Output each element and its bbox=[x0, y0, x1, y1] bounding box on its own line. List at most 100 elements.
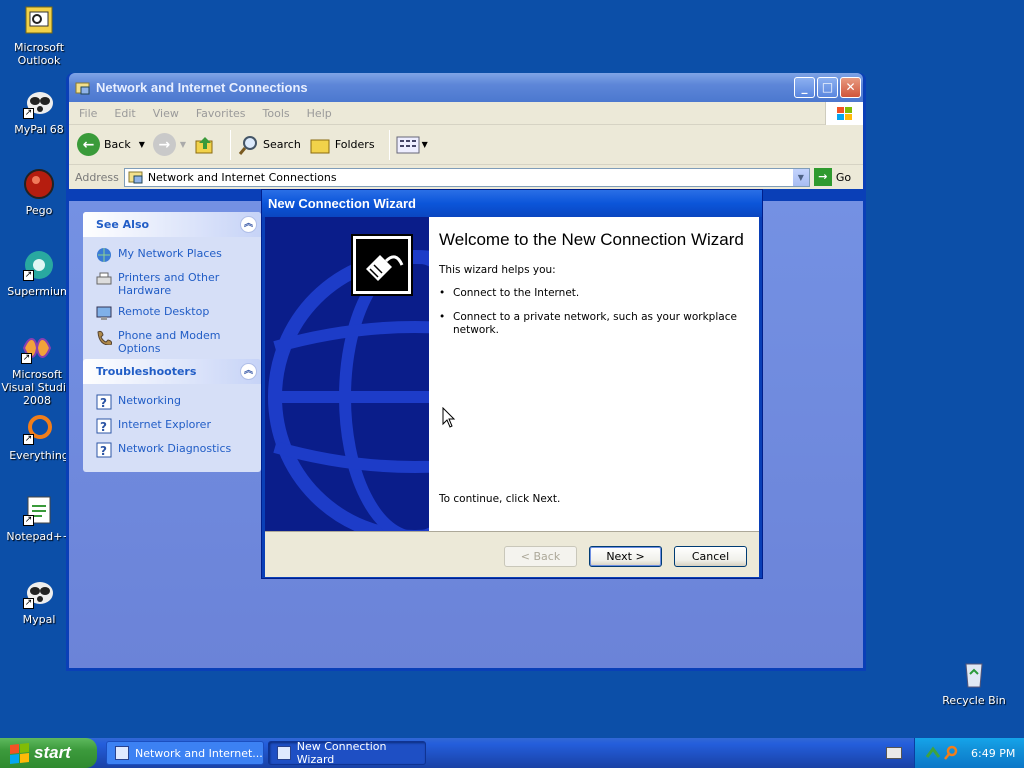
back-button[interactable]: ← Back ▼ bbox=[77, 133, 145, 156]
search-icon bbox=[238, 135, 258, 155]
explorer-titlebar[interactable]: Network and Internet Connections _ □ ✕ bbox=[69, 73, 863, 102]
troubleshooter-item-internet-explorer[interactable]: ? Internet Explorer bbox=[83, 414, 261, 438]
start-label: start bbox=[34, 743, 71, 762]
folders-button[interactable]: Folders bbox=[309, 134, 375, 156]
dropdown-arrow-icon: ▼ bbox=[421, 140, 428, 149]
wizard-cancel-button[interactable]: Cancel bbox=[674, 546, 747, 567]
wizard-bullet: • Connect to the Internet. bbox=[439, 287, 749, 300]
link-label: Internet Explorer bbox=[118, 418, 211, 431]
wizard-bullet: • Connect to a private network, such as … bbox=[439, 311, 749, 337]
go-button[interactable]: → Go bbox=[813, 168, 852, 186]
desktop-icon-visual-studio[interactable]: ↗ Microsoft Visual Studio 2008 bbox=[0, 332, 75, 407]
maximize-button[interactable]: □ bbox=[817, 77, 838, 98]
troubleshooter-item-network-diagnostics[interactable]: ? Network Diagnostics bbox=[83, 438, 261, 462]
help-icon: ? bbox=[96, 394, 112, 410]
menu-edit[interactable]: Edit bbox=[114, 107, 135, 120]
wizard-continue-text: To continue, click Next. bbox=[439, 493, 561, 505]
troubleshooter-item-networking[interactable]: ? Networking bbox=[83, 390, 261, 414]
see-also-header[interactable]: See Also ︽ bbox=[83, 212, 261, 237]
menu-favorites[interactable]: Favorites bbox=[196, 107, 246, 120]
desktop-icon-label: Microsoft Visual Studio 2008 bbox=[1, 368, 73, 407]
address-dropdown-icon[interactable]: ▼ bbox=[792, 168, 809, 186]
help-icon: ? bbox=[96, 418, 112, 434]
help-icon: ? bbox=[96, 442, 112, 458]
up-folder-icon bbox=[195, 136, 213, 153]
menu-file[interactable]: File bbox=[79, 107, 97, 120]
taskbar-item-wizard[interactable]: New Connection Wizard bbox=[268, 740, 426, 766]
folders-label: Folders bbox=[334, 138, 375, 151]
mouse-cursor-icon bbox=[442, 407, 456, 428]
start-button[interactable]: start bbox=[0, 738, 97, 768]
keyboard-icon[interactable] bbox=[886, 747, 902, 759]
panel-title: See Also bbox=[96, 218, 150, 231]
desktop-icon-recycle-bin[interactable]: Recycle Bin bbox=[936, 658, 1012, 707]
wizard-back-button[interactable]: < Back bbox=[504, 546, 577, 567]
outlook-icon bbox=[23, 5, 55, 37]
address-input[interactable]: Network and Internet Connections ▼ bbox=[123, 167, 810, 187]
bullet-text: Connect to the Internet. bbox=[453, 287, 580, 299]
visual-studio-icon: ↗ bbox=[21, 332, 53, 364]
svg-text:?: ? bbox=[100, 444, 107, 458]
menu-help[interactable]: Help bbox=[307, 107, 332, 120]
network-folder-icon bbox=[128, 171, 143, 184]
link-label: Phone and Modem Options bbox=[118, 329, 221, 355]
collapse-chevron-icon[interactable]: ︽ bbox=[240, 363, 257, 380]
remote-desktop-icon bbox=[96, 306, 112, 320]
clock[interactable]: 6:49 PM bbox=[971, 747, 1015, 760]
up-folder-button[interactable] bbox=[194, 134, 216, 156]
views-button[interactable]: ▼ bbox=[396, 135, 428, 155]
address-label: Address bbox=[75, 170, 119, 184]
windows-logo-icon bbox=[825, 102, 863, 125]
wizard-heading: Welcome to the New Connection Wizard bbox=[439, 230, 744, 249]
bullet-text: Connect to a private network, such as yo… bbox=[453, 311, 737, 336]
menu-view[interactable]: View bbox=[153, 107, 179, 120]
go-label: Go bbox=[835, 170, 852, 184]
network-cable-icon bbox=[351, 234, 413, 296]
network-folder-icon bbox=[75, 82, 90, 94]
folders-icon bbox=[310, 139, 330, 153]
toolbar-separator bbox=[388, 129, 390, 160]
wizard-next-button[interactable]: Next > bbox=[589, 546, 662, 567]
wizard-body: Welcome to the New Connection Wizard Thi… bbox=[265, 217, 759, 531]
network-places-icon bbox=[97, 248, 111, 262]
forward-arrow-icon: → bbox=[152, 133, 176, 156]
wizard-footer: < Back Next > Cancel bbox=[265, 531, 759, 577]
close-button[interactable]: ✕ bbox=[840, 77, 861, 98]
back-arrow-icon: ← bbox=[77, 133, 100, 156]
link-label: Remote Desktop bbox=[118, 305, 210, 318]
everything-icon: ↗ bbox=[23, 413, 55, 445]
pego-icon bbox=[23, 168, 55, 200]
see-also-item-printers[interactable]: Printers and Other Hardware bbox=[83, 267, 261, 301]
collapse-chevron-icon[interactable]: ︽ bbox=[240, 216, 257, 233]
dropdown-arrow-icon[interactable]: ▼ bbox=[139, 140, 145, 149]
svg-text:?: ? bbox=[100, 396, 107, 410]
link-label: My Network Places bbox=[118, 247, 222, 260]
forward-button[interactable]: → ▼ bbox=[152, 133, 186, 156]
standard-toolbar: ← Back ▼ → ▼ Search Folders ▼ bbox=[69, 125, 863, 165]
search-button[interactable]: Search bbox=[237, 134, 301, 156]
panel-title: Troubleshooters bbox=[96, 365, 197, 378]
printer-icon bbox=[96, 272, 112, 285]
taskbar-item-explorer[interactable]: Network and Internet... bbox=[106, 741, 264, 765]
minimize-button[interactable]: _ bbox=[794, 77, 815, 98]
troubleshooters-header[interactable]: Troubleshooters ︽ bbox=[83, 359, 261, 384]
see-also-item-remote-desktop[interactable]: Remote Desktop bbox=[83, 301, 261, 325]
windows-flag-icon bbox=[10, 742, 29, 764]
wizard-titlebar[interactable]: New Connection Wizard bbox=[262, 190, 762, 217]
link-label: Network Diagnostics bbox=[118, 442, 232, 455]
search-tray-icon[interactable] bbox=[943, 745, 959, 761]
raccoon-icon: ↗ bbox=[23, 87, 55, 119]
network-tray-icon[interactable] bbox=[925, 745, 941, 761]
troubleshooters-panel: Troubleshooters ︽ ? Networking ? Interne… bbox=[83, 359, 261, 472]
link-label: Printers and Other Hardware bbox=[118, 271, 220, 297]
task-label: Network and Internet... bbox=[135, 746, 263, 760]
svg-text:?: ? bbox=[100, 420, 107, 434]
see-also-item-my-network-places[interactable]: My Network Places bbox=[83, 243, 261, 267]
bullet-icon: • bbox=[439, 311, 446, 323]
menu-tools[interactable]: Tools bbox=[263, 107, 290, 120]
see-also-item-phone-modem[interactable]: Phone and Modem Options bbox=[83, 325, 261, 359]
see-also-panel: See Also ︽ My Network Places Printers an… bbox=[83, 212, 261, 367]
bullet-icon: • bbox=[439, 287, 446, 299]
desktop-icon-outlook[interactable]: Microsoft Outlook bbox=[1, 5, 77, 67]
window-title: Network and Internet Connections bbox=[96, 80, 308, 95]
